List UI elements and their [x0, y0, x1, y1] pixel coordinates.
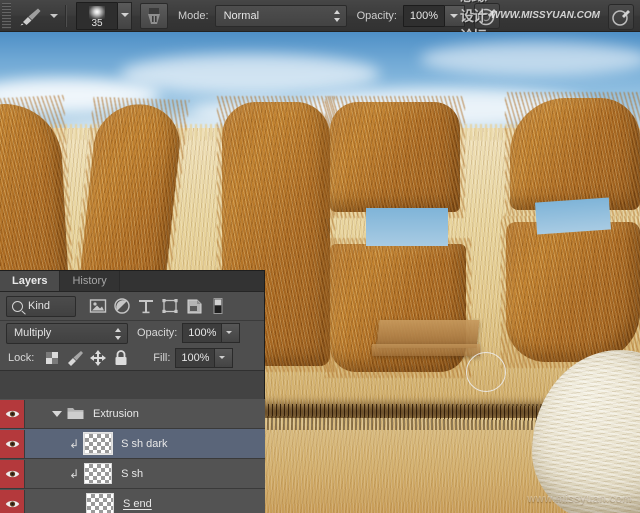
clipping-mask-icon: ↳	[69, 436, 80, 451]
toolbar-divider	[65, 4, 67, 27]
letter-cutout	[534, 197, 612, 235]
layer-filter-row: Kind	[0, 292, 264, 321]
filter-pixel-icon[interactable]	[87, 296, 109, 316]
letter-shape	[506, 222, 640, 362]
panel-tabbar: Layers History	[0, 271, 264, 292]
cloud-shape	[120, 54, 380, 94]
updown-arrows-icon	[115, 327, 122, 340]
filter-kind-value: Kind	[28, 300, 51, 312]
tablet-pressure-icon[interactable]	[140, 2, 168, 29]
layer-visibility-toggle[interactable]	[0, 399, 25, 428]
tab-history-label: History	[72, 275, 107, 287]
watermark-overlay: 思缘设计论坛 WWW.MISSYUAN.COM	[460, 0, 600, 44]
fill-value: 100%	[181, 351, 210, 364]
brush-picker-caret-icon[interactable]	[118, 1, 132, 30]
lock-transparent-pixels-icon[interactable]	[42, 349, 62, 367]
layer-thumbnail[interactable]	[84, 463, 113, 484]
opacity-value: 100%	[409, 9, 438, 22]
canvas-watermark: www.missyuan.com	[527, 493, 632, 505]
blend-mode-row: Multiply Opacity: 100%	[0, 321, 264, 345]
layer-name[interactable]: S sh dark	[121, 438, 167, 450]
tab-layers[interactable]: Layers	[0, 271, 61, 291]
lock-position-icon[interactable]	[88, 349, 108, 367]
lock-image-pixels-icon[interactable]	[65, 349, 85, 367]
wood-plank	[372, 344, 480, 356]
eye-icon	[5, 470, 19, 477]
filter-smart-object-icon[interactable]	[183, 296, 205, 316]
brush-size-value: 35	[91, 17, 103, 29]
brush-preset-caret-icon[interactable]	[47, 3, 60, 29]
panel-opacity-value: 100%	[188, 327, 217, 339]
opacity-input[interactable]: 100%	[402, 4, 445, 27]
lock-row: Lock: Fill: 100%	[0, 345, 264, 371]
panel-opacity-input[interactable]: 100%	[182, 323, 223, 343]
layer-name[interactable]: S sh	[121, 468, 143, 480]
pressure-for-size-icon[interactable]	[608, 4, 634, 30]
letter-shape	[330, 102, 460, 212]
group-expand-arrow[interactable]	[47, 410, 67, 417]
layer-visibility-toggle[interactable]	[0, 489, 25, 513]
eye-icon	[5, 500, 19, 507]
photoshop-window: 35 Mode: Normal Opacity: 100% 设计 WWW.MIS…	[0, 0, 640, 513]
layer-thumbnail[interactable]	[83, 432, 114, 455]
brush-icon[interactable]	[15, 3, 47, 29]
panel-opacity-label: Opacity:	[137, 327, 178, 339]
lock-all-icon[interactable]	[111, 349, 131, 367]
fill-caret-icon[interactable]	[215, 347, 234, 368]
layer-thumbnail[interactable]	[86, 493, 114, 513]
layer-visibility-toggle[interactable]	[0, 429, 25, 458]
panel-opacity-caret-icon[interactable]	[222, 323, 241, 343]
letter-cutout	[366, 208, 448, 246]
filter-adjustment-icon[interactable]	[111, 296, 133, 316]
table-row[interactable]: ↳ S sh dark	[0, 429, 265, 459]
layer-name[interactable]: Extrusion	[93, 408, 139, 420]
fill-input[interactable]: 100%	[175, 347, 216, 368]
layer-blend-mode-select[interactable]: Multiply	[6, 322, 128, 344]
eye-icon	[5, 440, 19, 447]
layer-blend-mode-value: Multiply	[14, 327, 52, 339]
watermark-url: WWW.MISSYUAN.COM	[490, 10, 600, 21]
tab-layers-label: Layers	[12, 275, 48, 287]
layer-name-input[interactable]: S end	[123, 498, 152, 510]
chevron-down-icon	[52, 410, 62, 417]
filter-kind-select[interactable]: Kind	[6, 295, 76, 317]
opacity-label: Opacity:	[356, 9, 397, 22]
lock-label: Lock:	[8, 351, 35, 364]
eye-icon	[5, 410, 19, 417]
table-row[interactable]: S end	[0, 489, 265, 513]
table-row[interactable]: ↳ S sh	[0, 459, 265, 489]
folder-icon	[67, 407, 84, 420]
search-icon	[12, 300, 23, 312]
tab-history[interactable]: History	[60, 271, 120, 291]
layer-visibility-toggle[interactable]	[0, 459, 25, 488]
brush-size-preview[interactable]: 35	[76, 1, 118, 30]
filter-toggle-icon[interactable]	[207, 296, 229, 316]
options-bar: 35 Mode: Normal Opacity: 100% 设计 WWW.MIS…	[0, 0, 640, 44]
filter-shape-icon[interactable]	[159, 296, 181, 316]
letter-shape	[510, 98, 640, 210]
table-row[interactable]: Extrusion	[0, 399, 265, 429]
fill-label: Fill:	[153, 351, 171, 364]
blend-mode-value: Normal	[223, 9, 260, 22]
options-bar-grip[interactable]	[2, 2, 11, 29]
layers-panel: Layers History Kind Multiply Opacity: 10…	[0, 270, 265, 513]
filter-type-icon[interactable]	[135, 296, 157, 316]
mode-label: Mode:	[178, 9, 209, 22]
blend-mode-select[interactable]: Normal	[214, 4, 347, 27]
brush-circle-cursor	[466, 352, 506, 392]
layer-list[interactable]: Extrusion ↳ S sh dark ↳ S sh S end	[0, 399, 265, 513]
updown-arrows-icon	[333, 9, 341, 22]
clipping-mask-icon: ↳	[69, 466, 80, 481]
cloud-shape	[420, 42, 640, 76]
